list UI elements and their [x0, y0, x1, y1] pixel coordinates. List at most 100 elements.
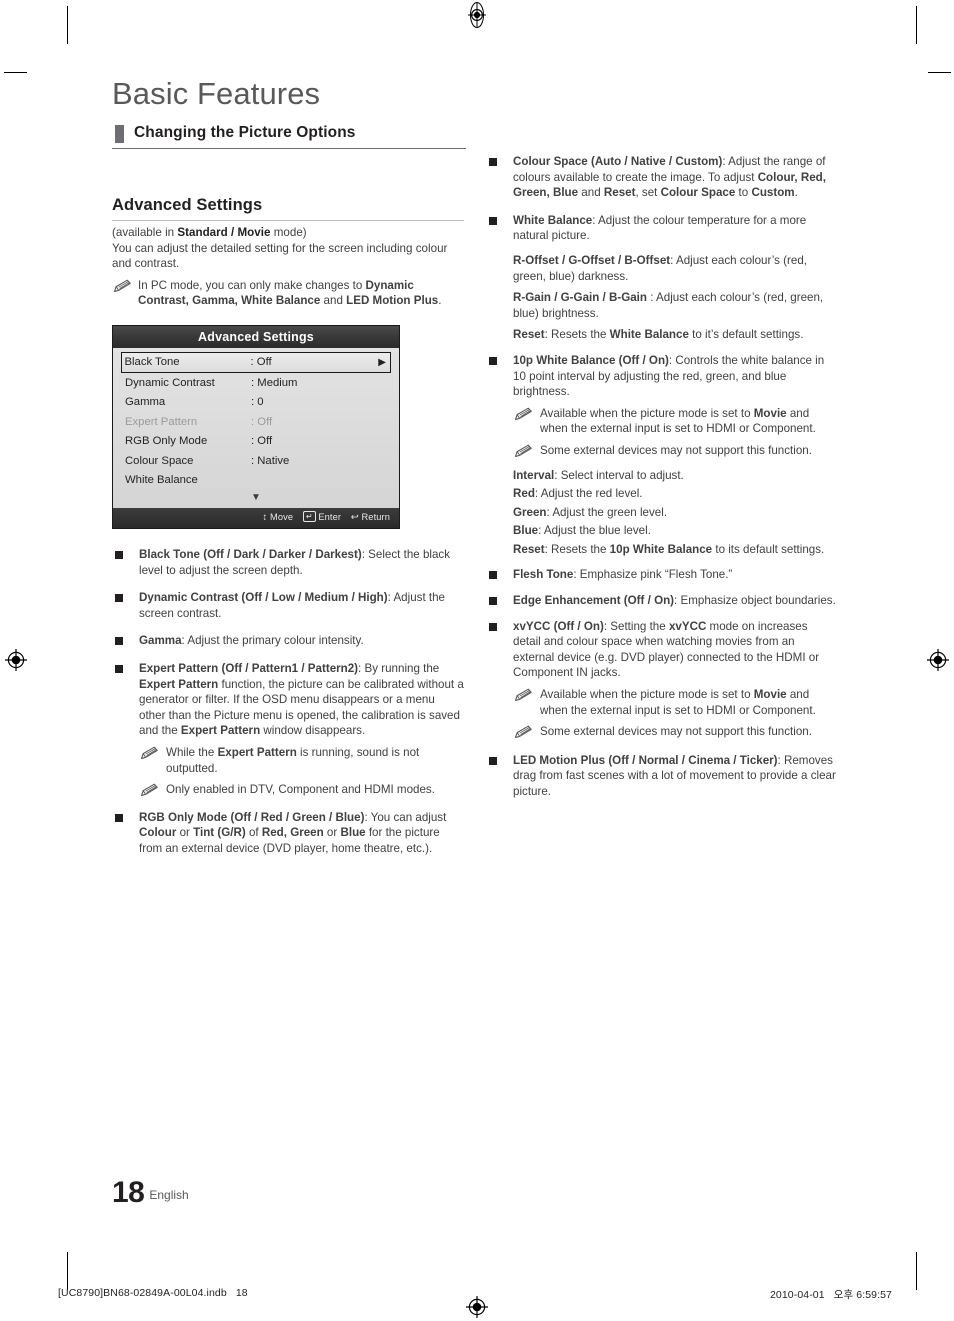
- pc-mode-note-text-a: In PC mode, you can only make changes to: [138, 278, 366, 292]
- osd-menu-footer-hints: ↕ Move ↵ Enter ↩ Return: [113, 507, 399, 528]
- osd-row-colour-space[interactable]: Colour Space : Native: [121, 451, 391, 471]
- pc-mode-note-led: LED Motion Plus: [346, 294, 439, 308]
- enter-key-icon: ↵: [302, 511, 316, 523]
- bullet-rgb-only-b3: Tint (G/R): [193, 826, 246, 840]
- osd-row-black-tone[interactable]: Black Tone : Off ▶: [121, 351, 391, 373]
- subline-10p-reset-a: : Resets the: [544, 542, 610, 556]
- pencil-note-icon: [139, 783, 159, 797]
- note-expert-pattern-sound-a: While the: [166, 745, 218, 759]
- subline-red: Red: Adjust the red level.: [486, 486, 838, 502]
- bullet-colour-space-b4: Colour Space: [660, 186, 736, 200]
- subline-wb-reset-term: Reset: [513, 328, 545, 342]
- subline-wb-reset: Reset: Resets the White Balance to it’s …: [486, 327, 838, 343]
- subline-10p-reset-b: to its default settings.: [712, 542, 825, 556]
- osd-row-white-balance[interactable]: White Balance: [121, 470, 391, 490]
- page-language: English: [149, 1188, 189, 1202]
- pc-mode-note: In PC mode, you can only make changes to…: [112, 278, 464, 309]
- subline-10p-reset: Reset: Resets the 10p White Balance to i…: [486, 542, 838, 558]
- bullet-gamma: Gamma: Adjust the primary colour intensi…: [112, 633, 464, 649]
- square-bullet-icon: [489, 756, 497, 765]
- bullet-rgb-only-term: RGB Only Mode (Off / Red / Green / Blue): [139, 810, 365, 824]
- registration-target-top: [464, 2, 490, 28]
- note-xvycc-external-devices: Some external devices may not support th…: [486, 724, 838, 740]
- up-down-arrow-icon: ↕: [262, 512, 268, 524]
- subline-interval-desc: : Select interval to adjust.: [554, 468, 684, 482]
- osd-value-rgb-only-mode: : Off: [251, 435, 273, 448]
- bullet-rgb-only-t4: or: [323, 826, 341, 840]
- osd-row-gamma[interactable]: Gamma : 0: [121, 392, 391, 412]
- subline-10p-reset-b2: 10p White Balance: [609, 542, 713, 556]
- bullet-black-tone-term: Black Tone (Off / Dark / Darker / Darkes…: [139, 547, 362, 561]
- note-expert-pattern-sound: While the Expert Pattern is running, sou…: [112, 745, 464, 776]
- bullet-flesh-tone-desc: : Emphasize pink “Flesh Tone.”: [573, 568, 733, 582]
- bullet-colour-space-term: Colour Space (Auto / Native / Custom): [513, 155, 723, 168]
- square-bullet-icon: [489, 356, 497, 365]
- bullet-gamma-desc: : Adjust the primary colour intensity.: [181, 634, 364, 648]
- osd-hint-enter: ↵ Enter: [302, 511, 342, 523]
- osd-row-rgb-only-mode[interactable]: RGB Only Mode : Off: [121, 431, 391, 451]
- subline-interval-term: Interval: [513, 468, 555, 482]
- bullet-black-tone: Black Tone (Off / Dark / Darker / Darkes…: [112, 547, 464, 578]
- osd-row-dynamic-contrast[interactable]: Dynamic Contrast : Medium: [121, 373, 391, 393]
- chevron-right-icon[interactable]: ▶: [378, 357, 388, 368]
- osd-hint-enter-label: Enter: [318, 512, 342, 523]
- osd-menu-body: Black Tone : Off ▶ Dynamic Contrast : Me…: [113, 347, 399, 508]
- osd-label-white-balance: White Balance: [125, 474, 198, 487]
- note-xvycc-movie-b: Movie: [753, 688, 787, 702]
- bullet-colour-space-t5: .: [794, 186, 798, 200]
- bullet-led-motion-plus: LED Motion Plus (Off / Normal / Cinema /…: [486, 753, 838, 800]
- note-10p-movie-mode: Available when the picture mode is set t…: [486, 406, 838, 437]
- osd-label-black-tone: Black Tone: [124, 356, 180, 369]
- section-header-label: Changing the Picture Options: [134, 123, 356, 141]
- bullet-10p-term: 10p White Balance (Off / On): [513, 353, 669, 367]
- note-10p-external-text: Some external devices may not support th…: [540, 443, 812, 457]
- osd-value-gamma: : 0: [251, 396, 264, 409]
- note-10p-movie-b: Movie: [753, 406, 787, 420]
- osd-row-expert-pattern: Expert Pattern : Off: [121, 412, 391, 432]
- section-tab-marker: [115, 124, 124, 143]
- registration-target-left: [3, 647, 29, 673]
- subline-green: Green: Adjust the green level.: [486, 505, 838, 521]
- subline-gains-term: R-Gain / G-Gain / B-Gain: [513, 291, 647, 305]
- crop-mark-bottom-right-vertical: [916, 1252, 917, 1290]
- bullet-expert-pattern-term: Expert Pattern (Off / Pattern1 / Pattern…: [139, 661, 359, 675]
- print-slug-filename: [UC8790]BN68-02849A-00L04.indb 18: [58, 1287, 248, 1299]
- bullet-rgb-only-mode: RGB Only Mode (Off / Red / Green / Blue)…: [112, 810, 464, 857]
- bullet-gamma-term: Gamma: [139, 634, 182, 648]
- square-bullet-icon: [115, 637, 123, 646]
- osd-advanced-settings-menu[interactable]: Advanced Settings Black Tone : Off ▶ Dyn…: [112, 324, 400, 529]
- osd-hint-move: ↕ Move: [262, 512, 293, 523]
- square-bullet-icon: [489, 622, 497, 631]
- registration-target-bottom: [464, 1294, 490, 1320]
- bullet-dynamic-contrast: Dynamic Contrast (Off / Low / Medium / H…: [112, 590, 464, 621]
- registration-target-right: [925, 647, 951, 673]
- subsection-title: Advanced Settings: [112, 196, 464, 221]
- left-column: Advanced Settings (available in Standard…: [112, 196, 464, 856]
- crop-mark-top-left-horizontal: [4, 72, 27, 73]
- bullet-expert-pattern-t3: window disappears.: [260, 724, 366, 738]
- bullet-colour-space-t4: to: [735, 186, 752, 200]
- osd-value-colour-space: : Native: [251, 454, 290, 467]
- availability-modes: Standard / Movie: [177, 226, 271, 239]
- subline-interval: Interval: Select interval to adjust.: [486, 468, 838, 484]
- bullet-colour-space-b3: Reset: [603, 186, 636, 200]
- pencil-note-icon: [513, 444, 533, 458]
- pencil-note-icon: [513, 725, 533, 739]
- bullet-colour-space-t3: , set: [635, 186, 661, 200]
- osd-hint-return: ↩ Return: [351, 512, 390, 523]
- osd-label-expert-pattern: Expert Pattern: [125, 415, 198, 428]
- subline-red-term: Red: [513, 487, 535, 501]
- osd-scroll-down-icon[interactable]: ▼: [121, 490, 391, 508]
- page-title: Basic Features: [112, 76, 321, 111]
- bullet-expert-pattern-t1: : By running the: [358, 661, 440, 675]
- note-xvycc-movie-a: Available when the picture mode is set t…: [540, 688, 754, 702]
- subline-wb-reset-b2: White Balance: [609, 328, 689, 342]
- bullet-rgb-only-t1: : You can adjust: [364, 810, 447, 824]
- note-xvycc-movie-mode: Available when the picture mode is set t…: [486, 687, 838, 718]
- pc-mode-note-period: .: [438, 294, 442, 308]
- square-bullet-icon: [115, 550, 123, 559]
- square-bullet-icon: [489, 571, 497, 580]
- osd-value-dynamic-contrast: : Medium: [251, 376, 298, 389]
- subline-red-desc: : Adjust the red level.: [534, 487, 643, 501]
- section-header: Changing the Picture Options: [112, 124, 466, 149]
